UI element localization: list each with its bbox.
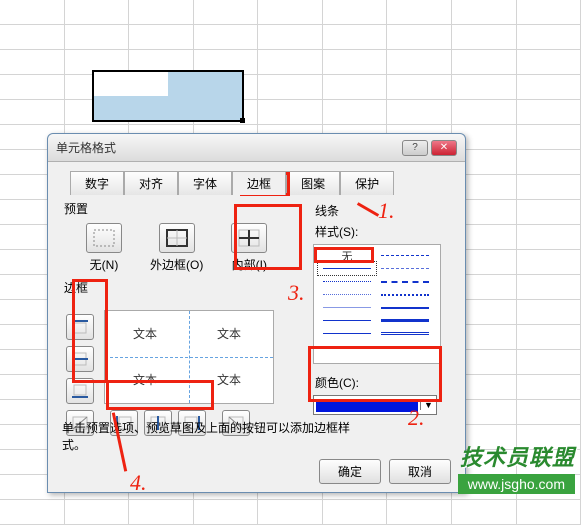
style-label: 样式(S): (315, 223, 449, 240)
selected-cells[interactable] (92, 70, 244, 122)
dialog-title: 单元格格式 (56, 139, 399, 156)
style-opt[interactable] (376, 275, 434, 288)
border-middle-h-button[interactable] (66, 346, 94, 372)
tab-border[interactable]: 边框 (232, 171, 286, 195)
style-opt[interactable] (318, 301, 376, 314)
preset-outline-label: 外边框(O) (150, 256, 203, 273)
line-label: 线条 (315, 202, 449, 219)
format-cells-dialog: 单元格格式 ? ✕ 数字 对齐 字体 边框 图案 保护 预置 无(N) (47, 133, 466, 493)
color-swatch (316, 399, 418, 412)
preset-outline-button[interactable] (159, 223, 195, 253)
border-bottom-icon (71, 383, 89, 399)
outline-icon (165, 228, 189, 248)
style-opt[interactable] (318, 288, 376, 301)
color-label: 颜色(C): (315, 374, 449, 391)
style-opt[interactable] (376, 249, 434, 262)
style-opt[interactable] (376, 301, 434, 314)
style-opt[interactable] (376, 327, 434, 340)
preview-text-1: 文本 (133, 325, 157, 342)
color-dropdown[interactable]: ▼ (313, 395, 437, 415)
tab-number[interactable]: 数字 (70, 171, 124, 195)
style-opt[interactable] (376, 314, 434, 327)
chevron-down-icon: ▼ (420, 400, 436, 410)
preset-inside-button[interactable] (231, 223, 267, 253)
border-bottom-button[interactable] (66, 378, 94, 404)
ok-button[interactable]: 确定 (319, 459, 381, 484)
inside-icon (237, 228, 261, 248)
style-selected[interactable] (318, 262, 376, 275)
style-opt[interactable] (318, 327, 376, 340)
preview-text-3: 文本 (133, 371, 157, 388)
tab-align[interactable]: 对齐 (124, 171, 178, 195)
none-icon (92, 228, 116, 248)
hint-text: 单击预置选项、预览草图及上面的按钮可以添加边框样式。 (62, 420, 362, 454)
selection-handle[interactable] (240, 118, 245, 123)
border-mid-h-icon (71, 351, 89, 367)
preview-text-2: 文本 (217, 325, 241, 342)
style-none[interactable]: 无 (318, 249, 376, 262)
preset-none-button[interactable] (86, 223, 122, 253)
style-opt[interactable] (376, 262, 434, 275)
preset-inside-label: 内部(I) (232, 256, 267, 273)
cancel-button[interactable]: 取消 (389, 459, 451, 484)
style-opt[interactable] (318, 314, 376, 327)
border-top-button[interactable] (66, 314, 94, 340)
tab-font[interactable]: 字体 (178, 171, 232, 195)
tab-pattern[interactable]: 图案 (286, 171, 340, 195)
tabs: 数字 对齐 字体 边框 图案 保护 (70, 170, 451, 194)
line-style-listbox[interactable]: 无 (313, 244, 441, 364)
border-preview: 文本 文本 文本 文本 (104, 310, 274, 404)
border-top-icon (71, 319, 89, 335)
style-opt[interactable] (376, 288, 434, 301)
preset-none-label: 无(N) (90, 256, 119, 273)
close-button[interactable]: ✕ (431, 140, 457, 156)
help-button[interactable]: ? (402, 140, 428, 156)
preview-text-4: 文本 (217, 371, 241, 388)
titlebar: 单元格格式 ? ✕ (48, 134, 465, 162)
style-opt[interactable] (318, 275, 376, 288)
tab-protect[interactable]: 保护 (340, 171, 394, 195)
